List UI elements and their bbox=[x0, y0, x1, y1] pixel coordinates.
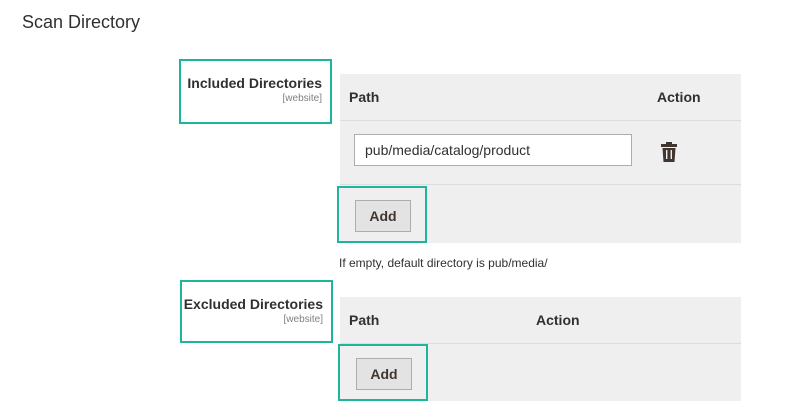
included-add-highlight: Add bbox=[337, 186, 427, 243]
excluded-grid-header: Path Action bbox=[340, 297, 741, 344]
included-path-header: Path bbox=[349, 89, 380, 105]
excluded-path-header: Path bbox=[349, 312, 380, 328]
path-input[interactable] bbox=[354, 134, 632, 166]
add-excluded-button[interactable]: Add bbox=[356, 358, 412, 390]
included-directories-label: Included Directories [website] bbox=[179, 59, 332, 124]
add-included-button[interactable]: Add bbox=[355, 200, 411, 232]
included-action-header: Action bbox=[657, 89, 701, 105]
excluded-action-header: Action bbox=[536, 312, 580, 328]
excluded-directories-title: Excluded Directories bbox=[183, 296, 323, 312]
included-directories-title: Included Directories bbox=[187, 75, 322, 91]
trash-icon[interactable] bbox=[660, 142, 678, 162]
excluded-add-highlight: Add bbox=[338, 344, 428, 401]
table-row bbox=[340, 121, 741, 185]
section-title: Scan Directory bbox=[22, 12, 141, 32]
included-directories-note: If empty, default directory is pub/media… bbox=[339, 256, 548, 270]
excluded-directories-label: Excluded Directories [website] bbox=[180, 280, 333, 343]
included-directories-scope: [website] bbox=[282, 93, 322, 104]
excluded-directories-scope: [website] bbox=[283, 314, 323, 325]
included-grid-header: Path Action bbox=[340, 74, 741, 121]
